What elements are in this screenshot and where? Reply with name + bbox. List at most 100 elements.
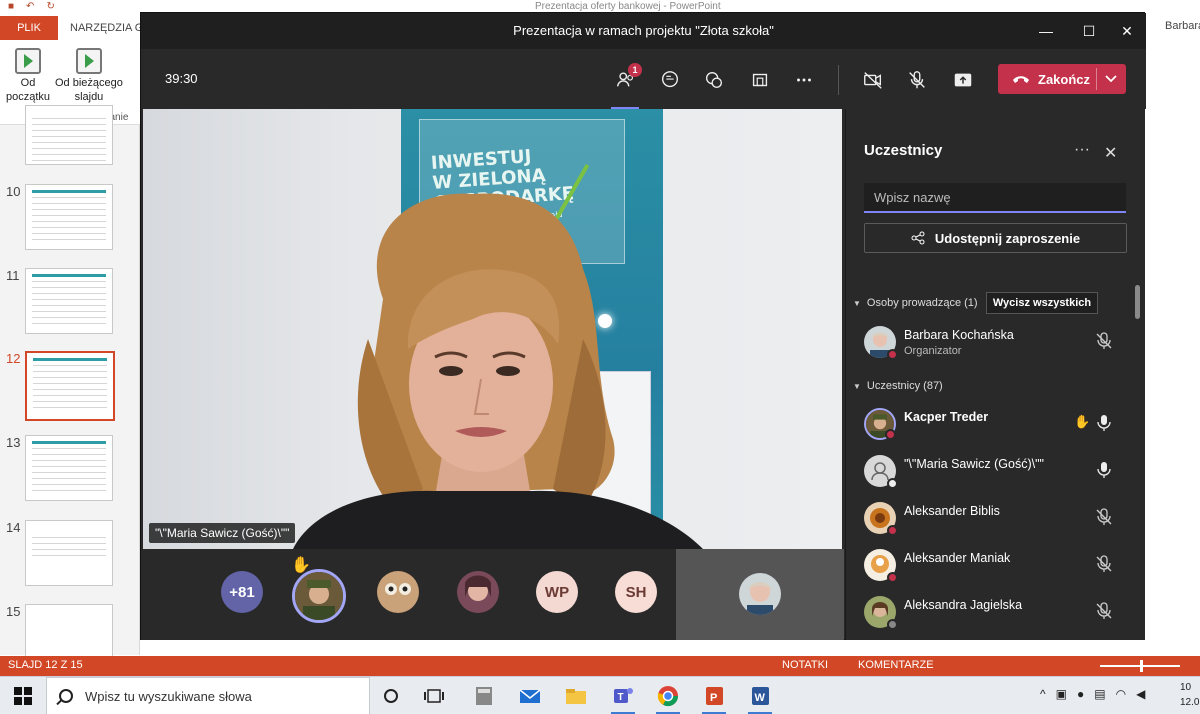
participant-name: Barbara Kochańska — [904, 328, 1014, 342]
participant-row-partial[interactable] — [864, 637, 1134, 640]
maximize-icon[interactable]: ☐ — [1079, 21, 1099, 41]
overflow-participants-button[interactable]: +81 — [221, 571, 263, 613]
redo-icon[interactable]: ↻ — [46, 0, 54, 13]
participants-button[interactable]: 1 — [611, 63, 642, 95]
undo-icon[interactable]: ↶ — [26, 0, 34, 13]
meeting-title: Prezentacja w ramach projektu "Złota szk… — [513, 23, 774, 38]
presenters-section-header[interactable]: ▼ Osoby prowadzące (1) — [853, 297, 978, 309]
participant-row[interactable]: "\"Maria Sawicz (Gość)\"" — [864, 451, 1134, 491]
microphone-icon[interactable]: ● — [1077, 687, 1084, 701]
slide-thumbnail-active[interactable]: 12 — [0, 351, 130, 421]
slide-thumbnail[interactable]: 14 — [0, 520, 130, 590]
comments-button[interactable]: KOMENTARZE — [858, 659, 934, 671]
camera-toggle-button[interactable] — [858, 65, 888, 95]
file-explorer-icon[interactable] — [562, 683, 590, 709]
mic-on-icon[interactable] — [1096, 414, 1112, 432]
participant-row[interactable]: Kacper Treder ✋ — [864, 404, 1134, 444]
notes-button[interactable]: NOTATKI — [782, 659, 828, 671]
mic-off-icon — [909, 71, 925, 89]
cortana-icon[interactable] — [377, 683, 405, 709]
participant-tile-sh[interactable]: SH — [615, 571, 657, 613]
panel-scrollbar[interactable] — [1135, 285, 1140, 319]
minimize-icon[interactable]: — — [1036, 21, 1056, 41]
powerpoint-user-name[interactable]: Barbara — [1165, 20, 1200, 32]
close-icon[interactable]: ✕ — [1117, 21, 1137, 41]
quick-access-toolbar: ■ ↶ ↻ — [8, 0, 55, 13]
share-invite-label: Udostępnij zaproszenie — [934, 230, 1081, 246]
participant-search-input[interactable] — [864, 183, 1126, 213]
tab-file[interactable]: PLIK — [0, 16, 58, 40]
reactions-button[interactable] — [699, 65, 729, 95]
mute-all-button[interactable]: Wycisz wszystkich — [986, 292, 1098, 314]
rooms-button[interactable] — [745, 65, 775, 95]
participant-tile-kacper[interactable] — [292, 569, 346, 623]
calculator-icon[interactable] — [470, 683, 498, 709]
slide-thumbnail[interactable]: 10 — [0, 184, 130, 254]
panel-title: Uczestnicy — [864, 142, 943, 159]
participant-row[interactable]: Aleksander Maniak — [864, 545, 1134, 585]
participant-avatar-image — [295, 572, 343, 620]
self-video-tile[interactable] — [676, 549, 844, 640]
participant-row[interactable]: Aleksander Biblis — [864, 498, 1134, 538]
chevron-up-icon[interactable]: ^ — [1040, 687, 1046, 701]
taskbar-search-box[interactable] — [46, 677, 370, 714]
task-view-icon[interactable] — [420, 683, 448, 709]
slideshow-current-icon — [75, 48, 102, 74]
svg-text:W: W — [755, 692, 766, 704]
participant-tile-wp[interactable]: WP — [536, 571, 578, 613]
presence-status-icon — [887, 619, 898, 630]
smile-icon — [705, 71, 723, 89]
slide-thumbnail[interactable]: 13 — [0, 435, 130, 505]
mic-muted-icon[interactable] — [1096, 602, 1112, 620]
zoom-slider[interactable] — [1100, 660, 1180, 672]
participant-row[interactable]: Aleksandra Jagielska — [864, 592, 1134, 632]
chrome-icon[interactable] — [654, 683, 682, 714]
presence-status-icon — [885, 429, 896, 440]
teams-icon[interactable]: T — [609, 683, 637, 714]
slide-preview — [25, 268, 113, 334]
slide-thumbnails-pane[interactable]: 10 11 12 13 14 15 — [0, 105, 140, 670]
powerpoint-icon[interactable]: P — [700, 683, 728, 714]
attendees-section-header[interactable]: ▼ Uczestnicy (87) — [853, 380, 943, 392]
more-icon — [797, 78, 811, 82]
main-speaker-video[interactable]: INWESTUJ W ZIELONĄ GOSPODARKĘ ...afinans… — [143, 109, 842, 549]
share-screen-button[interactable] — [948, 65, 978, 95]
slide-thumbnail[interactable] — [0, 105, 130, 175]
save-icon[interactable]: ■ — [8, 0, 14, 13]
taskbar-search-input[interactable] — [85, 688, 345, 704]
participant-name: Kacper Treder — [904, 410, 989, 424]
panel-close-icon[interactable]: ✕ — [1104, 143, 1117, 163]
mic-muted-icon[interactable] — [1096, 555, 1112, 573]
slide-thumbnail[interactable]: 11 — [0, 268, 130, 338]
presence-status-icon — [887, 572, 898, 583]
wifi-icon[interactable]: ◠ — [1116, 687, 1126, 701]
share-invite-button[interactable]: Udostępnij zaproszenie — [864, 223, 1127, 253]
participant-tile-owl[interactable] — [377, 571, 419, 613]
taskbar-clock[interactable]: 10 12.0 — [1180, 680, 1199, 710]
volume-icon[interactable]: ◀ — [1136, 687, 1145, 701]
avatar — [864, 408, 896, 440]
network-icon[interactable]: ▤ — [1094, 687, 1105, 701]
chevron-down-icon[interactable] — [1104, 68, 1118, 90]
speaker-name-label: "\"Maria Sawicz (Gość)\"" — [149, 523, 296, 543]
from-beginning-button[interactable]: Od początku — [6, 48, 50, 104]
powerpoint-ribbon-tabs: PLIK NARZĘDZIA G — [0, 16, 155, 40]
mail-icon[interactable] — [516, 683, 544, 709]
meet-now-icon[interactable]: ▣ — [1056, 687, 1067, 701]
windows-start-icon[interactable] — [14, 687, 32, 705]
mic-muted-icon[interactable] — [1096, 508, 1112, 526]
participant-row[interactable]: Barbara Kochańska Organizator — [864, 322, 1134, 362]
teams-titlebar: Prezentacja w ramach projektu "Złota szk… — [141, 13, 1146, 49]
participant-tile-photo[interactable] — [457, 571, 499, 613]
more-actions-button[interactable] — [789, 65, 819, 95]
leave-meeting-button[interactable]: Zakończ — [998, 64, 1126, 94]
mic-on-icon[interactable] — [1096, 461, 1112, 479]
from-current-slide-button[interactable]: Od bieżącego slajdu — [55, 48, 123, 104]
mic-toggle-button[interactable] — [902, 65, 932, 95]
mic-muted-icon[interactable] — [1096, 332, 1112, 350]
chat-button[interactable] — [655, 65, 685, 95]
panel-more-icon[interactable]: ··· — [1074, 141, 1090, 159]
word-icon[interactable]: W — [746, 683, 774, 714]
toolbar-divider — [838, 65, 839, 95]
participant-role: Organizator — [904, 345, 962, 357]
